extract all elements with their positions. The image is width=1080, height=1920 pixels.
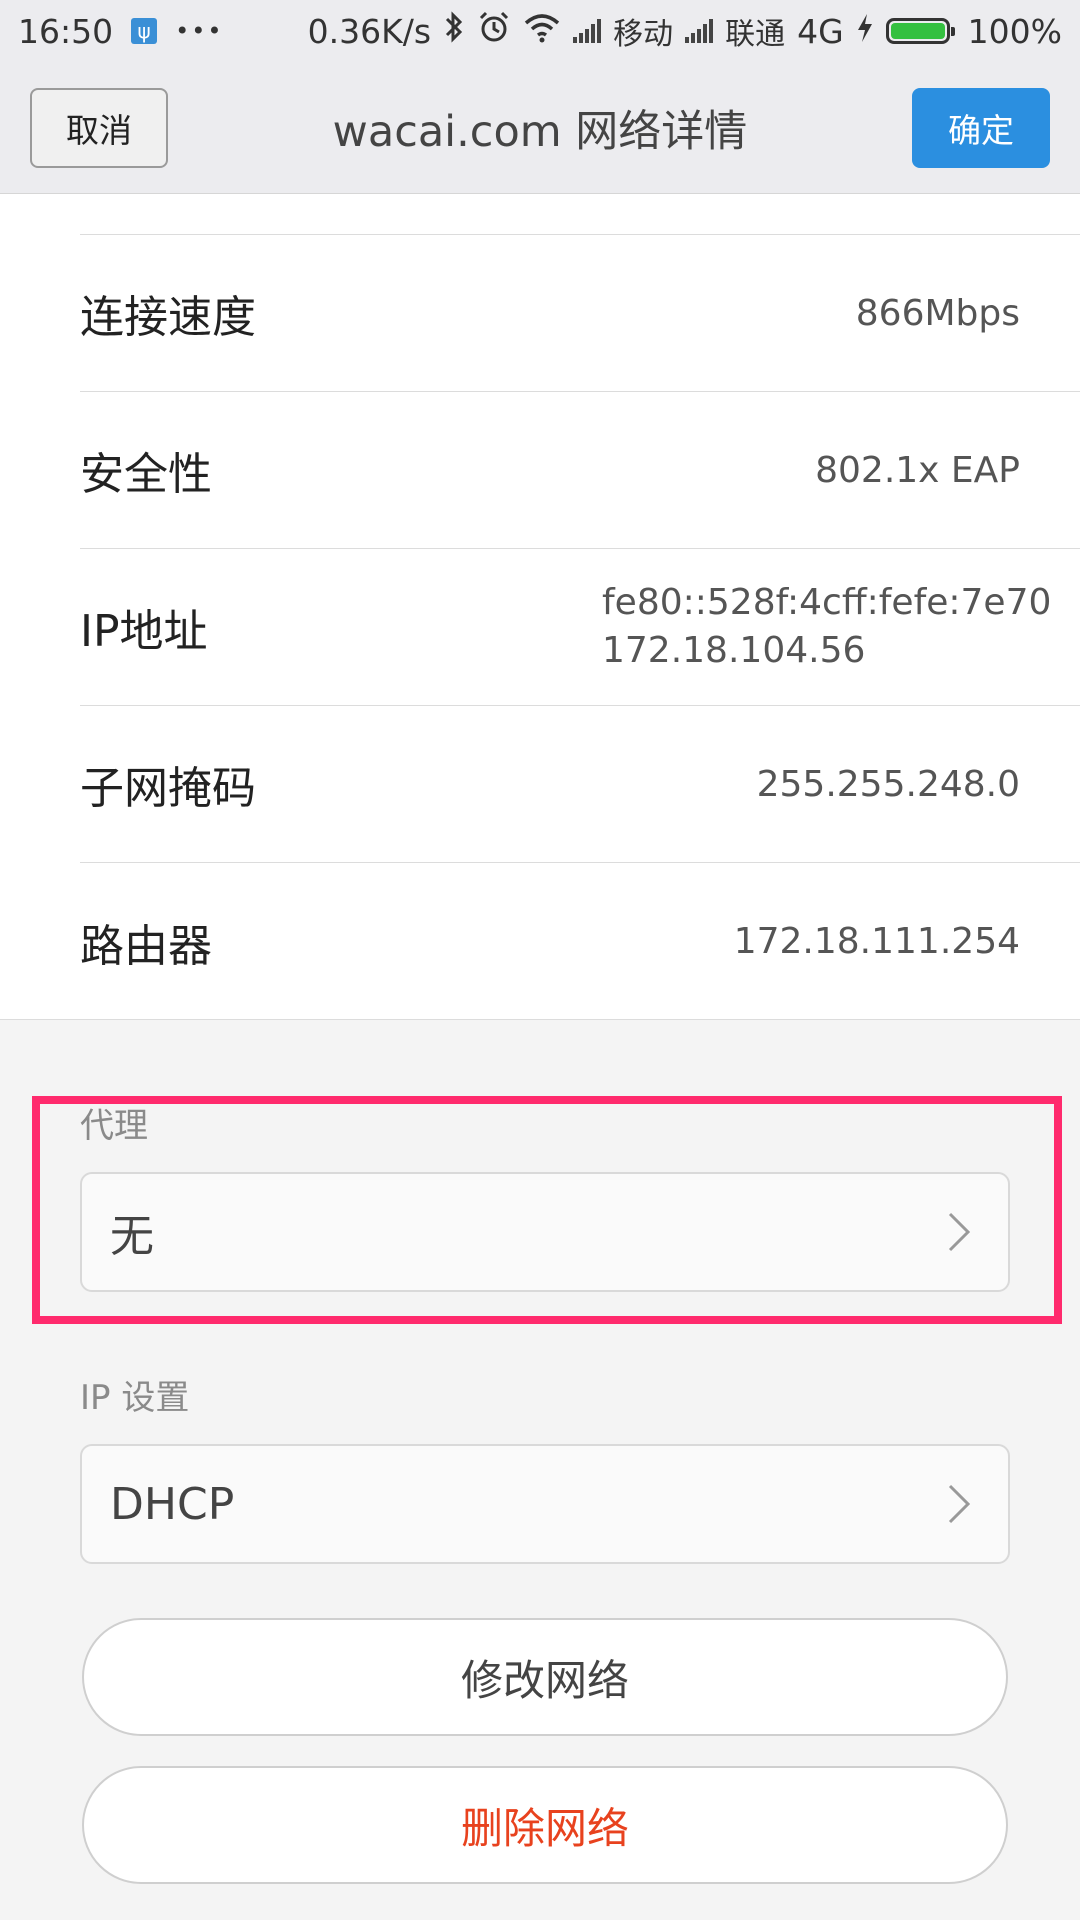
detail-label: IP地址 [80,606,208,657]
status-bar: 16:50 ψ ••• 0.36K/s 移动 联通 4G 100% [0,0,1080,62]
detail-value: 255.255.248.0 [756,763,1020,805]
ip-settings-select[interactable]: DHCP [80,1444,1010,1564]
ip-settings-value: DHCP [110,1478,235,1530]
usb-icon: ψ [131,18,158,44]
detail-row-subnet-mask: 子网掩码 255.255.248.0 [80,706,1080,863]
detail-value: 802.1x EAP [815,449,1020,491]
detail-label: 子网掩码 [80,763,256,814]
confirm-button[interactable]: 确定 [912,88,1050,168]
signal-icon [573,19,602,43]
modify-network-button[interactable]: 修改网络 [82,1618,1008,1736]
detail-row-ip-address: IP地址 fe80::528f:4cff:fefe:7e70 172.18.10… [80,549,1080,706]
alarm-icon [477,10,511,52]
carrier-2: 联通 [725,17,786,52]
carrier-1: 移动 [613,17,674,52]
title-bar: wacai.com 网络详情 取消 确定 [0,62,1080,194]
chevron-right-icon [946,1446,972,1562]
network-details: 连接速度 866Mbps 安全性 802.1x EAP IP地址 fe80::5… [0,194,1080,1020]
charging-icon [856,12,874,51]
detail-value: 866Mbps [855,292,1020,334]
battery-level: 100% [967,11,1062,51]
cancel-button[interactable]: 取消 [30,88,168,168]
wifi-icon [523,12,561,51]
network-type: 4G [797,11,844,51]
ipv4-address: 172.18.104.56 [602,630,866,671]
ip-settings-label: IP 设置 [80,1378,190,1418]
detail-label: 安全性 [80,449,212,500]
detail-value: fe80::528f:4cff:fefe:7e70 172.18.104.56 [602,549,1051,705]
detail-row-link-speed: 连接速度 866Mbps [80,235,1080,392]
signal-icon-2 [685,19,714,43]
battery-icon [885,18,955,44]
detail-label: 路由器 [80,920,212,972]
ipv6-address: fe80::528f:4cff:fefe:7e70 [602,582,1052,623]
detail-value: 172.18.111.254 [733,921,1020,962]
more-notifications-icon: ••• [175,17,224,45]
highlight-annotation [32,1096,1062,1324]
detail-row-router: 路由器 172.18.111.254 [80,863,1080,1020]
delete-network-button[interactable]: 删除网络 [82,1766,1008,1884]
detail-row-security: 安全性 802.1x EAP [80,392,1080,549]
bluetooth-icon [443,10,465,52]
detail-label: 连接速度 [80,292,256,343]
network-speed: 0.36K/s [307,11,432,51]
status-time: 16:50 [18,11,114,51]
